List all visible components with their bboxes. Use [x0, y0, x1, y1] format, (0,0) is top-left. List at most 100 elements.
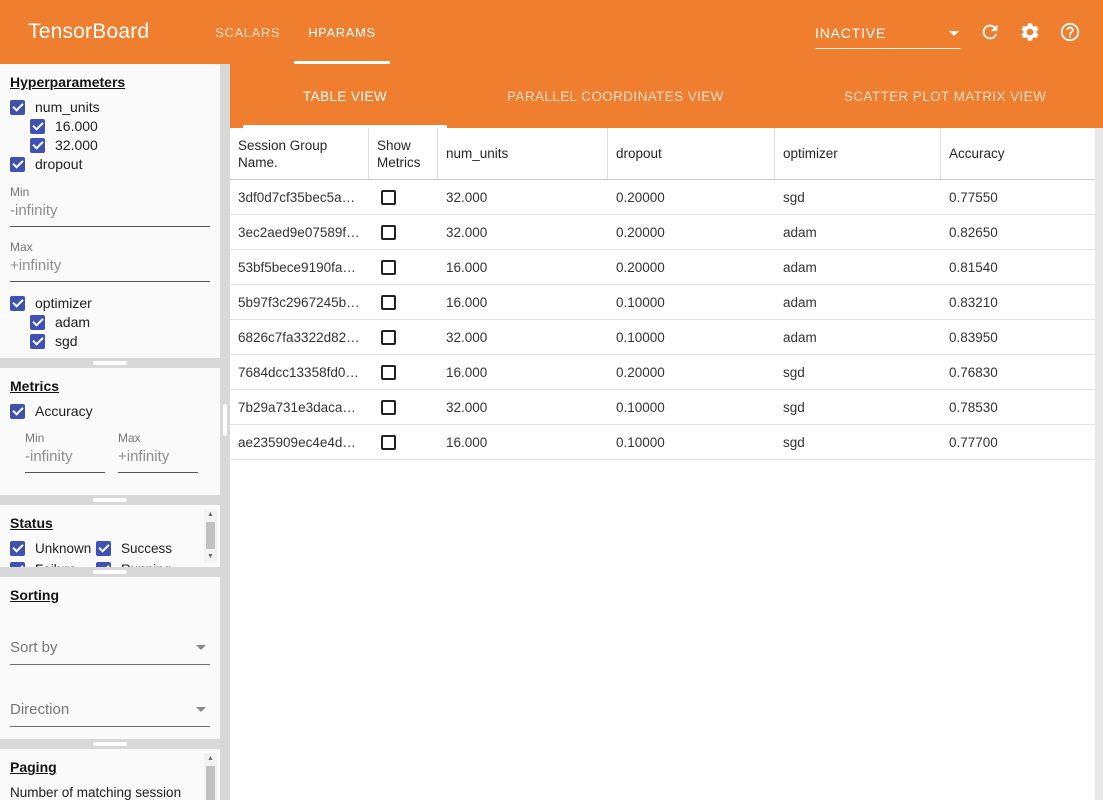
- view-tabs: TABLE VIEW PARALLEL COORDINATES VIEW SCA…: [230, 64, 1103, 128]
- table-row: 3ec2aed9e07589f… 32.000 0.20000 adam 0.8…: [230, 215, 1103, 250]
- metric-max-input[interactable]: [118, 446, 198, 473]
- session-group-name-cell[interactable]: 3ec2aed9e07589f…: [230, 225, 369, 240]
- show-metrics-checkbox[interactable]: [381, 260, 396, 275]
- session-group-name-cell[interactable]: 7b29a731e3daca…: [230, 400, 369, 415]
- tab-hparams[interactable]: HPARAMS: [294, 0, 390, 64]
- tab-table-view[interactable]: TABLE VIEW: [243, 64, 447, 128]
- column-header-show-metrics[interactable]: Show Metrics: [369, 128, 438, 179]
- scrollbar[interactable]: [204, 753, 217, 800]
- column-header-session-group-name[interactable]: Session Group Name.: [230, 128, 369, 179]
- num-units-cell: 32.000: [438, 400, 608, 415]
- panel-resizer[interactable]: [0, 567, 220, 577]
- tab-parallel-coordinates-view[interactable]: PARALLEL COORDINATES VIEW: [447, 64, 784, 128]
- run-status-value: INACTIVE: [815, 25, 886, 41]
- session-group-name-cell[interactable]: 5b97f3c2967245b…: [230, 295, 369, 310]
- accuracy-cell: 0.76830: [941, 365, 1103, 380]
- resize-handle[interactable]: [93, 361, 127, 365]
- checkbox-checked-icon[interactable]: [10, 296, 25, 311]
- status-success[interactable]: Success: [96, 540, 188, 556]
- dropout-cell: 0.20000: [608, 365, 775, 380]
- show-metrics-checkbox[interactable]: [381, 435, 396, 450]
- hparam-dropout[interactable]: dropout: [10, 156, 210, 172]
- help-icon[interactable]: [1059, 21, 1081, 43]
- optimizer-cell: sgd: [775, 190, 941, 205]
- panel-resizer[interactable]: [0, 495, 220, 505]
- show-metrics-checkbox[interactable]: [381, 400, 396, 415]
- accuracy-cell: 0.83210: [941, 295, 1103, 310]
- column-header-num-units[interactable]: num_units: [438, 128, 608, 179]
- hparam-max-input[interactable]: [10, 255, 210, 282]
- checkbox-checked-icon[interactable]: [10, 100, 25, 115]
- sidebar: Hyperparameters num_units 16.000 32.000 …: [0, 64, 220, 800]
- scrollbar-thumb[interactable]: [206, 522, 215, 549]
- run-status-select[interactable]: INACTIVE: [815, 25, 961, 49]
- optimizer-cell: sgd: [775, 365, 941, 380]
- app-title: TensorBoard: [28, 20, 149, 44]
- scroll-up-icon[interactable]: [204, 509, 217, 521]
- direction-value: Direction: [10, 701, 69, 718]
- panel-resizer[interactable]: [0, 358, 220, 368]
- tab-scatter-plot-matrix-view[interactable]: SCATTER PLOT MATRIX VIEW: [784, 64, 1103, 128]
- accuracy-cell: 0.81540: [941, 260, 1103, 275]
- checkbox-checked-icon[interactable]: [30, 138, 45, 153]
- sorting-heading: Sorting: [10, 587, 210, 603]
- tab-scalars[interactable]: SCALARS: [201, 0, 294, 64]
- session-group-name-cell[interactable]: 3df0d7cf35bec5a…: [230, 190, 369, 205]
- metrics-panel: Metrics Accuracy Min Max: [0, 368, 220, 495]
- session-group-name-cell[interactable]: 6826c7fa3322d82…: [230, 330, 369, 345]
- metric-min-input[interactable]: [25, 446, 105, 473]
- resize-handle[interactable]: [93, 570, 127, 574]
- checkbox-checked-icon[interactable]: [10, 541, 25, 556]
- checkbox-checked-icon[interactable]: [10, 404, 25, 419]
- settings-icon[interactable]: [1019, 21, 1041, 43]
- checkbox-checked-icon[interactable]: [96, 541, 111, 556]
- sidebar-resizer[interactable]: [220, 64, 230, 800]
- resize-handle[interactable]: [93, 498, 127, 502]
- hparam-value-16[interactable]: 16.000: [30, 118, 210, 134]
- table-row: 7b29a731e3daca… 32.000 0.10000 sgd 0.785…: [230, 390, 1103, 425]
- show-metrics-checkbox[interactable]: [381, 365, 396, 380]
- hparam-min-input[interactable]: [10, 200, 210, 227]
- status-unknown[interactable]: Unknown: [10, 540, 96, 556]
- show-metrics-checkbox[interactable]: [381, 190, 396, 205]
- direction-select[interactable]: Direction: [10, 701, 210, 727]
- checkbox-checked-icon[interactable]: [10, 157, 25, 172]
- hparam-value-adam[interactable]: adam: [30, 314, 210, 330]
- column-header-accuracy[interactable]: Accuracy: [941, 128, 1103, 179]
- checkbox-label: num_units: [35, 99, 100, 115]
- session-group-name-cell[interactable]: ae235909ec4e4d…: [230, 435, 369, 450]
- dropout-cell: 0.20000: [608, 225, 775, 240]
- panel-resizer[interactable]: [0, 739, 220, 749]
- checkbox-checked-icon[interactable]: [30, 334, 45, 349]
- show-metrics-checkbox[interactable]: [381, 225, 396, 240]
- column-header-optimizer[interactable]: optimizer: [775, 128, 941, 179]
- resize-handle[interactable]: [93, 742, 127, 746]
- show-metrics-checkbox[interactable]: [381, 330, 396, 345]
- session-group-name-cell[interactable]: 53bf5bece9190fa…: [230, 260, 369, 275]
- show-metrics-checkbox[interactable]: [381, 295, 396, 310]
- matching-groups-text: Number of matching session groups: 8: [10, 784, 210, 800]
- column-header-dropout[interactable]: dropout: [608, 128, 775, 179]
- metric-accuracy[interactable]: Accuracy: [10, 403, 210, 419]
- accuracy-cell: 0.77550: [941, 190, 1103, 205]
- hparam-num-units[interactable]: num_units: [10, 99, 210, 115]
- resize-handle[interactable]: [223, 404, 227, 436]
- num-units-cell: 32.000: [438, 225, 608, 240]
- scrollbar-thumb[interactable]: [206, 766, 215, 800]
- scroll-up-icon[interactable]: [204, 753, 217, 765]
- min-label: Min: [25, 431, 105, 445]
- session-group-name-cell[interactable]: 7684dcc13358fd0…: [230, 365, 369, 380]
- checkbox-checked-icon[interactable]: [30, 315, 45, 330]
- accuracy-cell: 0.78530: [941, 400, 1103, 415]
- refresh-icon[interactable]: [979, 21, 1001, 43]
- paging-panel: Paging Number of matching session groups…: [0, 749, 220, 800]
- hparam-value-32[interactable]: 32.000: [30, 137, 210, 153]
- checkbox-checked-icon[interactable]: [30, 119, 45, 134]
- sort-by-select[interactable]: Sort by: [10, 639, 210, 665]
- table-scrollbar-track[interactable]: [1095, 128, 1103, 800]
- scroll-down-icon[interactable]: [204, 551, 217, 563]
- sort-by-value: Sort by: [10, 639, 58, 656]
- hparam-value-sgd[interactable]: sgd: [30, 333, 210, 349]
- hparam-optimizer[interactable]: optimizer: [10, 295, 210, 311]
- scrollbar[interactable]: [204, 509, 217, 563]
